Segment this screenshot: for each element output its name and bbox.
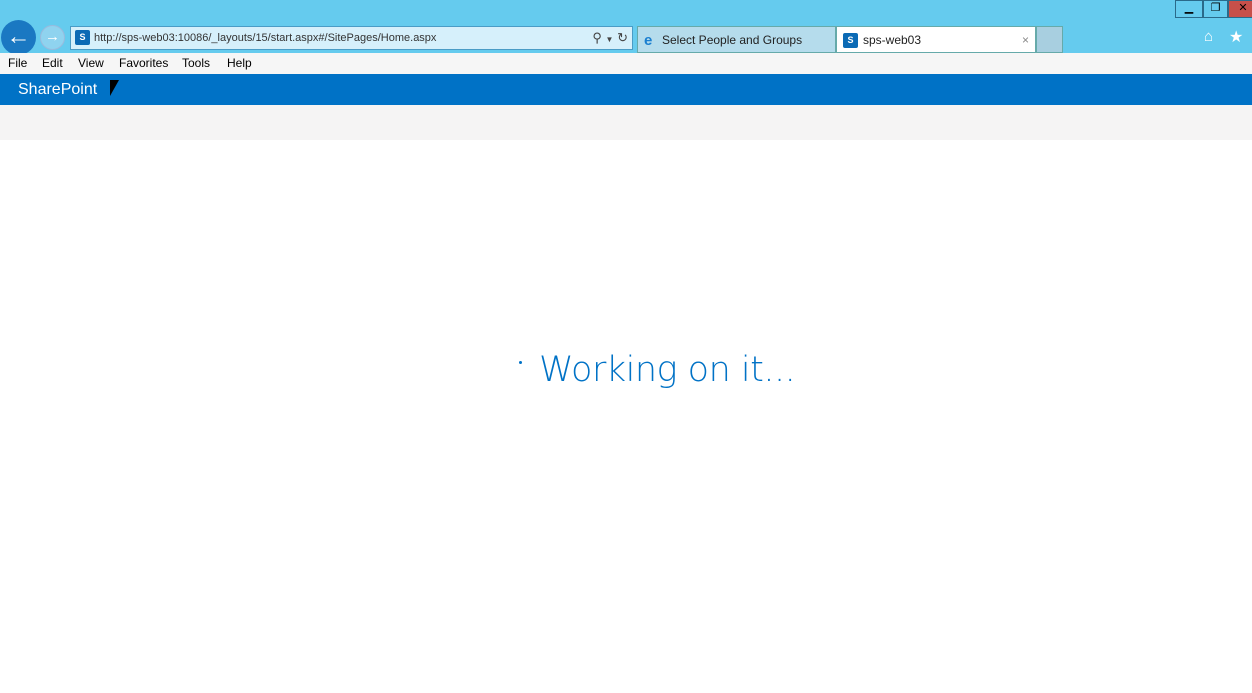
ribbon-bar [0,105,1252,140]
address-text: http://sps-web03:10086/_layouts/15/start… [94,32,437,44]
sharepoint-brand-link[interactable]: SharePoint [18,74,97,105]
tab-select-people[interactable]: e Select People and Groups [637,26,836,53]
mouse-cursor-icon [110,80,119,96]
restore-button[interactable]: ❐ [1203,0,1228,18]
browser-chrome: ▁ ❐ ✕ ← → S http://sps-web03:10086/_layo… [0,0,1252,55]
tab-label: Select People and Groups [662,33,803,47]
menu-bar: File Edit View Favorites Tools Help [0,53,1252,74]
loading-spinner-icon [519,361,522,364]
sharepoint-icon: S [843,33,858,48]
close-tab-icon[interactable]: × [1022,27,1029,54]
dropdown-icon[interactable]: ▼ [606,35,614,44]
menu-favorites[interactable]: Favorites [119,53,168,74]
search-icon[interactable]: ⚲ [592,30,602,45]
menu-file[interactable]: File [8,53,27,74]
home-icon[interactable]: ⌂ [1204,28,1213,45]
sharepoint-icon: S [75,30,90,45]
menu-help[interactable]: Help [227,53,252,74]
forward-button[interactable]: → [40,25,65,50]
tab-sps-web03[interactable]: S sps-web03 × [836,26,1036,53]
minimize-button[interactable]: ▁ [1175,0,1203,18]
close-window-button[interactable]: ✕ [1228,0,1252,18]
menu-edit[interactable]: Edit [42,53,63,74]
suite-bar: SharePoint [0,74,1252,105]
menu-tools[interactable]: Tools [182,53,210,74]
new-tab-button[interactable] [1036,26,1063,53]
menu-view[interactable]: View [78,53,104,74]
favorites-star-icon[interactable]: ★ [1229,27,1243,47]
back-button[interactable]: ← [1,20,36,55]
ie-icon: e [644,32,653,49]
address-bar[interactable]: S http://sps-web03:10086/_layouts/15/sta… [70,26,633,50]
tab-label: sps-web03 [863,33,922,47]
working-status-text: Working on it... [539,350,796,390]
refresh-icon[interactable]: ↻ [617,30,628,45]
